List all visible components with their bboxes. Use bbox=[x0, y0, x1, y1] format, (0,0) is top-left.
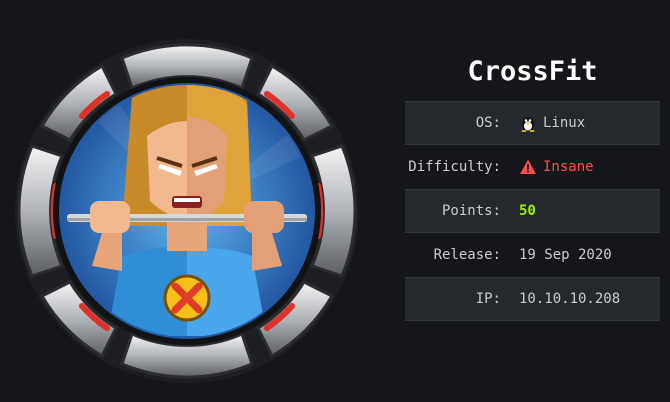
difficulty-label: Difficulty: bbox=[408, 159, 501, 175]
machine-info-table: OS: Linux Difficulty: Insane Points: 50 … bbox=[405, 101, 660, 321]
ip-value: 10.10.10.208 bbox=[519, 291, 621, 307]
release-label: Release: bbox=[433, 247, 501, 263]
machine-title: CrossFit bbox=[467, 56, 598, 87]
os-value: Linux bbox=[543, 115, 586, 131]
os-label: OS: bbox=[475, 115, 501, 131]
info-row-release: Release: 19 Sep 2020 bbox=[405, 233, 660, 277]
linux-tux-icon bbox=[519, 114, 537, 132]
release-value: 19 Sep 2020 bbox=[519, 247, 612, 263]
info-row-os: OS: Linux bbox=[405, 101, 660, 145]
info-row-points: Points: 50 bbox=[405, 189, 660, 233]
info-row-difficulty: Difficulty: Insane bbox=[405, 145, 660, 189]
warning-icon bbox=[519, 158, 537, 176]
difficulty-value: Insane bbox=[543, 159, 594, 175]
info-row-ip: IP: 10.10.10.208 bbox=[405, 277, 660, 321]
points-value: 50 bbox=[519, 203, 536, 219]
machine-avatar-badge bbox=[12, 36, 362, 386]
ip-label: IP: bbox=[475, 291, 501, 307]
points-label: Points: bbox=[441, 203, 501, 219]
